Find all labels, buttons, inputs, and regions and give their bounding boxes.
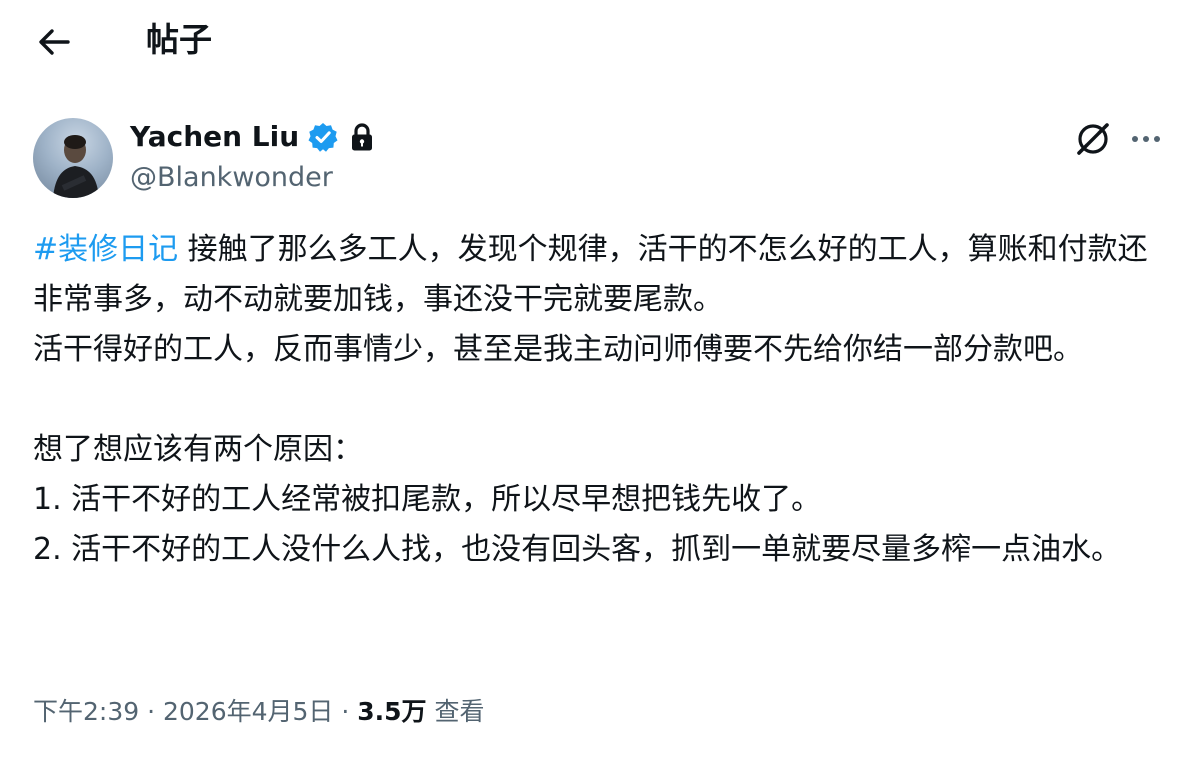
back-button[interactable]	[34, 24, 74, 60]
meta-separator: ·	[139, 697, 163, 726]
page-title: 帖子	[146, 20, 212, 59]
post-time[interactable]: 下午2:39	[33, 697, 139, 726]
avatar[interactable]	[33, 118, 113, 198]
post-text: #装修日记 接触了那么多工人，发现个规律，活干的不怎么好的工人，算账和付款还非常…	[33, 225, 1163, 575]
author-name-line: Yachen Liu	[130, 116, 375, 158]
post-meta: 下午2:39 · 2026年4月5日 · 3.5万 查看	[33, 690, 485, 734]
post-detail-page: 帖子 Yachen Liu @Blankwonder #装修日记 接触了那么多工…	[0, 0, 1202, 762]
post-text-content: 接触了那么多工人，发现个规律，活干的不怎么好的工人，算账和付款还非常事多，动不动…	[33, 232, 1148, 567]
lock-icon	[349, 122, 375, 152]
hashtag-link[interactable]: #装修日记	[33, 232, 178, 267]
grok-icon[interactable]	[1074, 120, 1112, 158]
header: 帖子	[0, 0, 1202, 84]
meta-separator: ·	[333, 697, 358, 726]
verified-badge-icon[interactable]	[307, 121, 339, 153]
display-name[interactable]: Yachen Liu	[130, 116, 299, 158]
post-date[interactable]: 2026年4月5日	[163, 697, 333, 726]
author-info: Yachen Liu @Blankwonder	[130, 116, 375, 198]
more-horizontal-icon[interactable]	[1128, 124, 1164, 154]
views-count: 3.5万	[357, 697, 427, 726]
views-label: 查看	[426, 697, 485, 726]
author-handle[interactable]: @Blankwonder	[130, 158, 375, 198]
avatar-image	[53, 135, 99, 198]
arrow-left-icon	[39, 29, 70, 55]
